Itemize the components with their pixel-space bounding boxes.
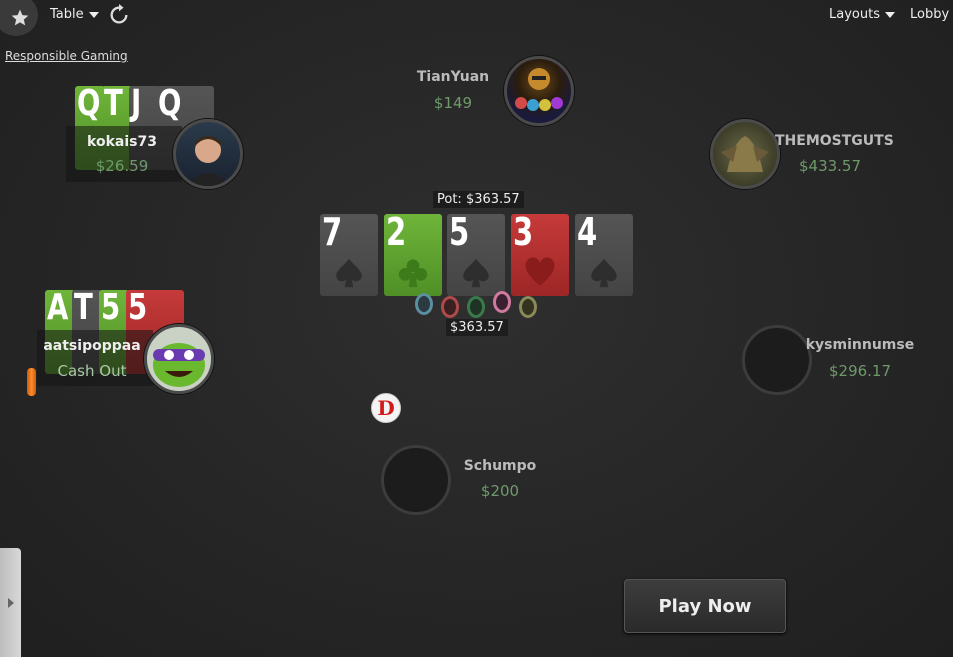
side-panel-toggle[interactable] [0,548,21,657]
heart-icon [523,256,557,294]
chip [441,296,459,318]
player-name-themostguts: THEMOSTGUTS [775,133,894,149]
club-icon [396,256,430,294]
refresh-button[interactable] [108,4,130,30]
board-card: 5 [447,214,505,296]
board-card: 7 [320,214,378,296]
board-card: 3 [511,214,569,296]
chevron-down-icon [88,11,99,18]
play-now-button[interactable]: Play Now [624,579,786,633]
lobby-label: Lobby [910,7,950,22]
avatar-themostguts[interactable] [710,119,780,189]
avatar-image [186,136,230,186]
spade-icon [587,256,621,294]
player-stack-schumpo: $200 [480,482,520,500]
chip [467,296,485,318]
star-icon [11,9,29,26]
table-menu-label: Table [50,7,84,22]
board-card: 2 [384,214,442,296]
avatar-tianyuan[interactable] [504,56,574,126]
dealer-button: D [371,393,401,423]
refresh-icon [110,4,128,24]
layouts-menu[interactable]: Layouts [829,7,895,22]
spade-icon [459,256,493,294]
player-name-kokais73: kokais73 [87,134,157,150]
player-stack-tianyuan: $149 [433,94,473,112]
avatar-image [515,68,563,111]
avatar-kokais73[interactable] [173,119,243,189]
player-stack-themostguts: $433.57 [798,157,862,175]
chip [519,296,537,318]
lobby-link[interactable]: Lobby [910,7,949,22]
player-name-kysminnumse: kysminnumse [805,337,915,353]
player-name-schumpo: Schumpo [463,458,537,474]
player-name-aatsipoppaa: aatsipoppaa [43,338,141,354]
spade-icon [332,256,366,294]
avatar-image [721,136,769,172]
player-name-tianyuan: TianYuan [416,69,490,85]
player-stack-kysminnumse: $296.17 [828,362,892,380]
pot-chip-amount: $363.57 [446,319,508,336]
chevron-down-icon [884,11,895,18]
table-menu[interactable]: Table [50,7,99,22]
avatar-kysminnumse[interactable] [742,325,812,395]
layouts-menu-label: Layouts [829,7,880,22]
avatar-schumpo[interactable] [381,445,451,515]
chip [415,293,433,315]
player-stack-kokais73: $26.59 [95,157,149,175]
chip [493,291,511,313]
pot-total: Pot: $363.57 [433,191,524,208]
board-card: 4 [575,214,633,296]
chevron-right-icon [7,597,14,608]
responsible-gaming-link[interactable]: Responsible Gaming [5,49,128,63]
favorite-star-button[interactable] [0,0,38,36]
avatar-image [153,343,205,387]
chip-stack-icon [27,368,36,396]
cash-out-status: Cash Out [57,362,127,380]
avatar-aatsipoppaa[interactable] [144,324,214,394]
